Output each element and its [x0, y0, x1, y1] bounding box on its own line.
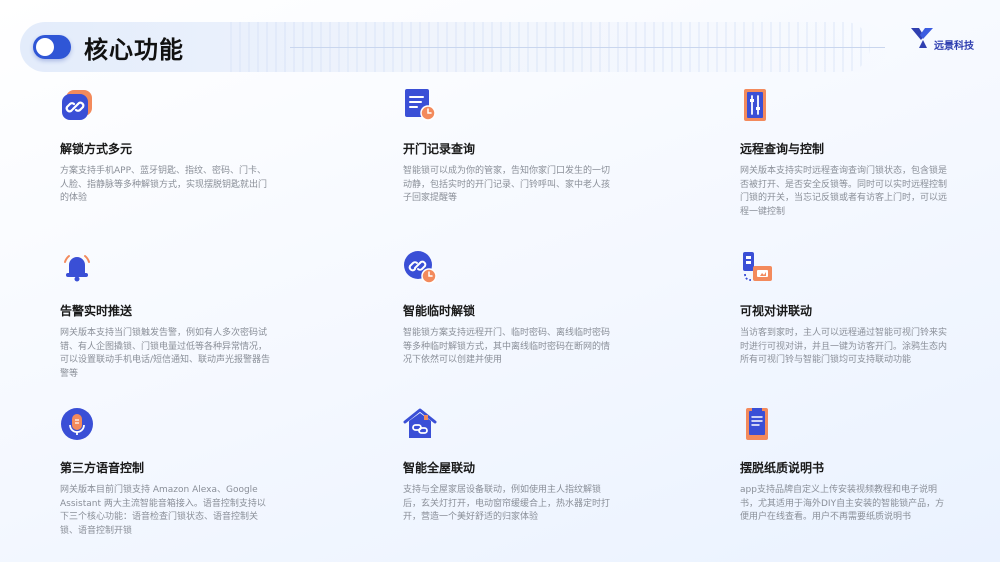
document-clock-icon	[403, 88, 437, 122]
feature-description: 智能锁可以成为你的管家，告知你家门口发生的一切动静，包括实时的开门记录、门铃呼叫…	[403, 166, 611, 203]
feature-description: 当访客到家时，主人可以远程通过智能可视门铃来实时进行可视对讲，并且一键为访客开门…	[740, 328, 948, 365]
video-intercom-icon	[740, 250, 774, 284]
feature-title: 第三方语音控制	[60, 461, 145, 475]
logo: 远景科技	[910, 26, 990, 52]
logo-text: 远景科技	[934, 41, 974, 52]
feature-description: app支持品牌自定义上传安装视频教程和电子说明书，尤其适用于海外DIY自主安装的…	[740, 485, 945, 522]
feature-title: 解锁方式多元	[60, 142, 133, 156]
header-divider	[290, 47, 885, 48]
feature-title: 摆脱纸质说明书	[740, 461, 825, 475]
feature-description: 支持与全屋家居设备联动，例如使用主人指纹解锁后，玄关灯打开，电动窗帘缓缓合上，热…	[403, 485, 611, 522]
manual-book-icon	[740, 407, 774, 441]
link-clock-icon	[403, 250, 437, 284]
logo-icon	[911, 28, 933, 48]
feature-title: 智能临时解锁	[403, 304, 476, 318]
bell-icon	[60, 250, 94, 284]
feature-description: 网关版本支持当门锁触发告警，例如有人多次密码试错、有人企图撬锁、门锁电量过低等各…	[60, 328, 271, 379]
feature-title: 智能全屋联动	[403, 461, 476, 475]
feature-title: 远程查询与控制	[740, 142, 825, 156]
feature-description: 网关版本支持实时远程查询查询门锁状态，包含锁是否被打开、是否安全反锁等。同时可以…	[740, 166, 948, 217]
microphone-icon	[60, 407, 94, 441]
feature-title: 告警实时推送	[60, 304, 133, 318]
page-title: 核心功能	[84, 36, 184, 64]
feature-title: 开门记录查询	[403, 142, 476, 156]
feature-description: 智能锁方案支持远程开门、临时密码、离线临时密码等多种临时解锁方式，其中离线临时密…	[403, 328, 611, 365]
feature-title: 可视对讲联动	[740, 304, 813, 318]
feature-description: 网关版本目前门锁支持 Amazon Alexa、Google Assistant…	[60, 485, 266, 536]
toggle-icon	[33, 35, 71, 59]
feature-description: 方案支持手机APP、蓝牙钥匙、指纹、密码、门卡、人脸、指静脉等多种解锁方式，实现…	[60, 166, 268, 203]
link-icon	[60, 88, 94, 122]
house-link-icon	[403, 407, 437, 441]
sliders-icon	[740, 88, 774, 122]
